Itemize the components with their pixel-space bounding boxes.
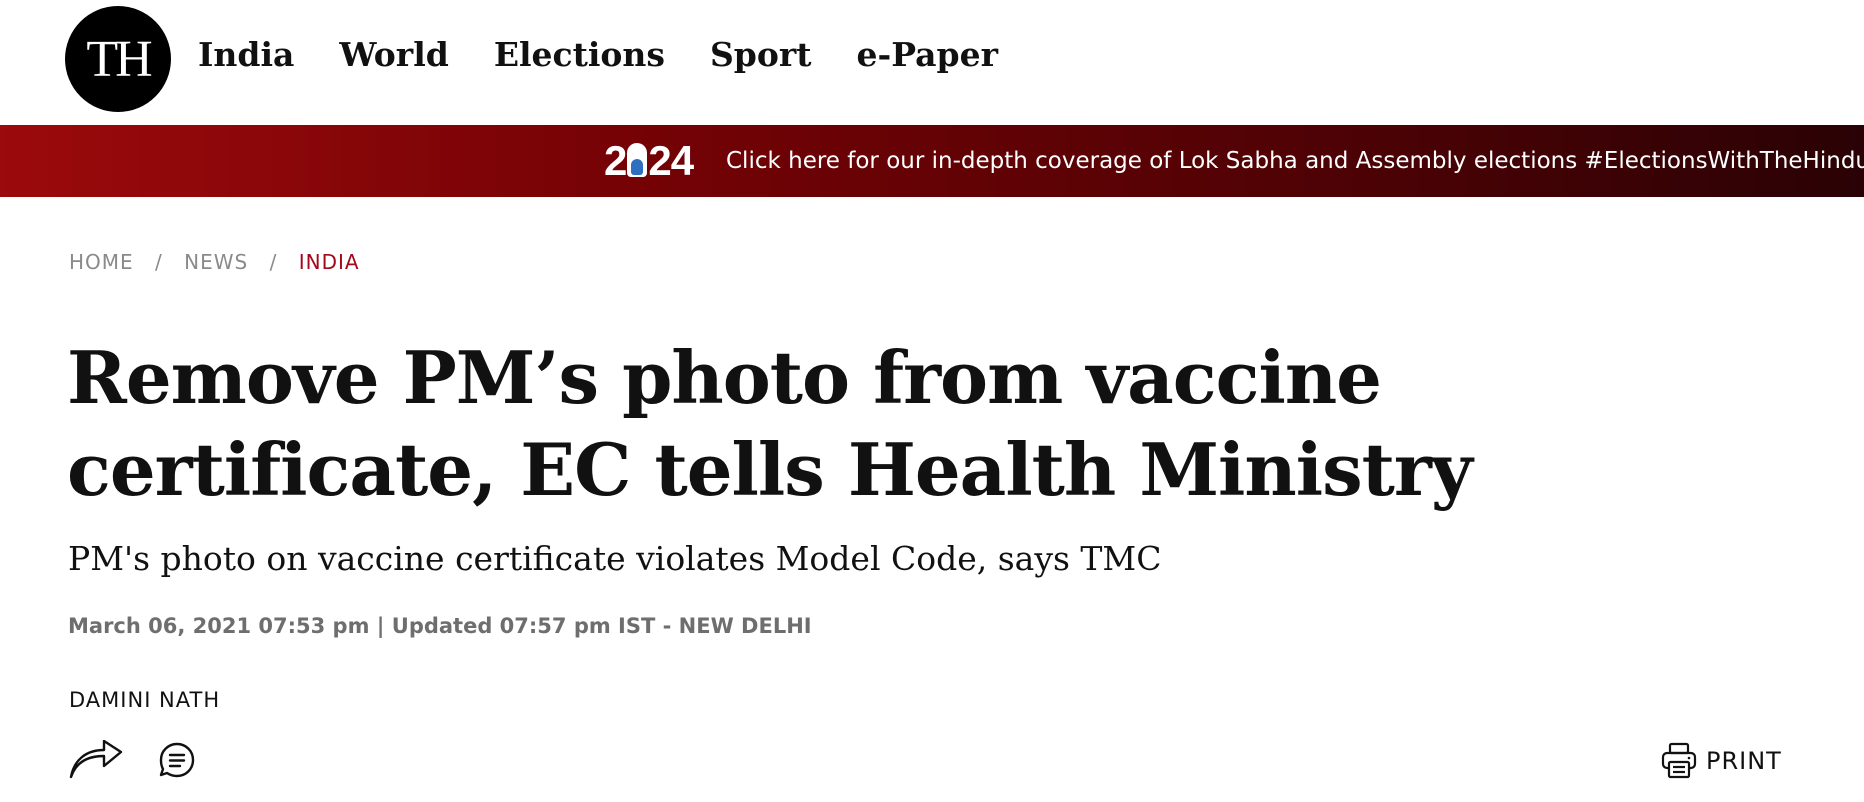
article-actions xyxy=(68,740,196,780)
the-hindu-logo[interactable]: TH xyxy=(65,6,171,112)
breadcrumb-news[interactable]: NEWS xyxy=(184,250,248,274)
banner-link-text[interactable]: Click here for our in-depth coverage of … xyxy=(726,144,1864,178)
ink-finger-icon xyxy=(627,143,648,177)
banner-year-2024: 2 24 xyxy=(604,137,694,185)
article-dateline: March 06, 2021 07:53 pm | Updated 07:57 … xyxy=(68,614,812,638)
nav-item-india[interactable]: India xyxy=(198,30,294,80)
nav-item-elections[interactable]: Elections xyxy=(494,30,665,80)
article-headline: Remove PM’s photo from vaccine certifica… xyxy=(67,335,1473,512)
comment-bubble-icon[interactable] xyxy=(158,741,196,779)
banner-year-end: 24 xyxy=(648,137,694,184)
print-button[interactable]: PRINT xyxy=(1660,742,1782,780)
breadcrumb: HOME / NEWS / INDIA xyxy=(69,250,360,274)
nav-item-sport[interactable]: Sport xyxy=(710,30,812,80)
article-author[interactable]: DAMINI NATH xyxy=(69,688,220,712)
logo-text: TH xyxy=(86,30,152,88)
print-label: PRINT xyxy=(1706,747,1782,775)
breadcrumb-india[interactable]: INDIA xyxy=(299,250,360,274)
main-nav: India World Elections Sport e-Paper xyxy=(198,30,998,80)
elections-banner[interactable]: 2 24 Click here for our in-depth coverage… xyxy=(0,125,1864,197)
article-subheadline: PM's photo on vaccine certificate violat… xyxy=(68,539,1162,578)
nav-item-epaper[interactable]: e-Paper xyxy=(857,30,998,80)
breadcrumb-separator: / xyxy=(269,250,278,274)
site-header: TH India World Elections Sport e-Paper xyxy=(0,0,1864,125)
breadcrumb-home[interactable]: HOME xyxy=(69,250,134,274)
share-arrow-icon[interactable] xyxy=(68,740,124,780)
nav-item-world[interactable]: World xyxy=(339,30,448,80)
breadcrumb-separator: / xyxy=(155,250,163,274)
printer-icon xyxy=(1661,742,1697,779)
banner-year-start: 2 xyxy=(604,137,627,184)
